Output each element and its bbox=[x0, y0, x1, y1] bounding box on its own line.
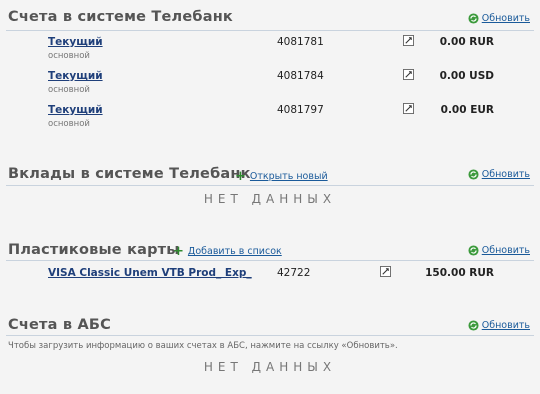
card-name-link[interactable]: VISA Classic Unem VTB Prod_ Exp_ bbox=[48, 267, 252, 279]
refresh-label[interactable]: Обновить bbox=[482, 169, 530, 180]
account-subtitle: основной bbox=[48, 119, 90, 129]
section-title-deposits: Вклады в системе Телебанк bbox=[8, 166, 251, 182]
refresh-icon bbox=[468, 169, 479, 180]
refresh-icon bbox=[468, 320, 479, 331]
account-amount: 0.00 USD bbox=[439, 70, 494, 82]
account-name-link[interactable]: Текущий bbox=[48, 70, 103, 82]
edit-icon[interactable] bbox=[403, 35, 414, 46]
no-data-text: НЕТ ДАННЫХ bbox=[203, 192, 337, 206]
account-subtitle: основной bbox=[48, 85, 90, 95]
refresh-link-cards[interactable]: Обновить bbox=[468, 245, 530, 256]
card-amount: 150.00 RUR bbox=[425, 267, 494, 279]
refresh-link-abs[interactable]: Обновить bbox=[468, 320, 530, 331]
divider bbox=[6, 260, 534, 261]
abs-hint-text: Чтобы загрузить информацию о ваших счета… bbox=[8, 341, 398, 351]
edit-icon[interactable] bbox=[380, 266, 391, 277]
account-name-link[interactable]: Текущий bbox=[48, 104, 103, 116]
edit-icon[interactable] bbox=[403, 103, 414, 114]
edit-icon[interactable] bbox=[403, 69, 414, 80]
divider bbox=[6, 335, 534, 336]
account-amount: 0.00 RUR bbox=[439, 36, 494, 48]
card-number: 42722 bbox=[277, 267, 311, 279]
account-number: 4081784 bbox=[277, 70, 324, 82]
open-deposit-label[interactable]: Открыть новый bbox=[250, 171, 328, 182]
refresh-link-deposits[interactable]: Обновить bbox=[468, 169, 530, 180]
add-card-link[interactable]: + Добавить в список bbox=[173, 243, 282, 259]
plus-icon: + bbox=[173, 243, 184, 259]
refresh-link-tb-accounts[interactable]: Обновить bbox=[468, 13, 530, 24]
refresh-icon bbox=[468, 13, 479, 24]
account-number: 4081781 bbox=[277, 36, 324, 48]
refresh-icon bbox=[468, 245, 479, 256]
section-title-cards: Пластиковые карты bbox=[8, 242, 180, 258]
refresh-label[interactable]: Обновить bbox=[482, 320, 530, 331]
add-card-label[interactable]: Добавить в список bbox=[188, 246, 282, 257]
plus-icon: + bbox=[235, 168, 246, 184]
refresh-label[interactable]: Обновить bbox=[482, 245, 530, 256]
account-subtitle: основной bbox=[48, 51, 90, 61]
section-title-abs: Счета в АБС bbox=[8, 317, 112, 333]
account-number: 4081797 bbox=[277, 104, 324, 116]
account-amount: 0.00 EUR bbox=[440, 104, 494, 116]
divider bbox=[6, 185, 534, 186]
section-title-tb-accounts: Счета в системе Телебанк bbox=[8, 9, 233, 25]
refresh-label[interactable]: Обновить bbox=[482, 13, 530, 24]
divider bbox=[6, 30, 534, 31]
no-data-text: НЕТ ДАННЫХ bbox=[203, 360, 337, 374]
account-name-link[interactable]: Текущий bbox=[48, 36, 103, 48]
open-deposit-link[interactable]: + Открыть новый bbox=[235, 168, 328, 184]
